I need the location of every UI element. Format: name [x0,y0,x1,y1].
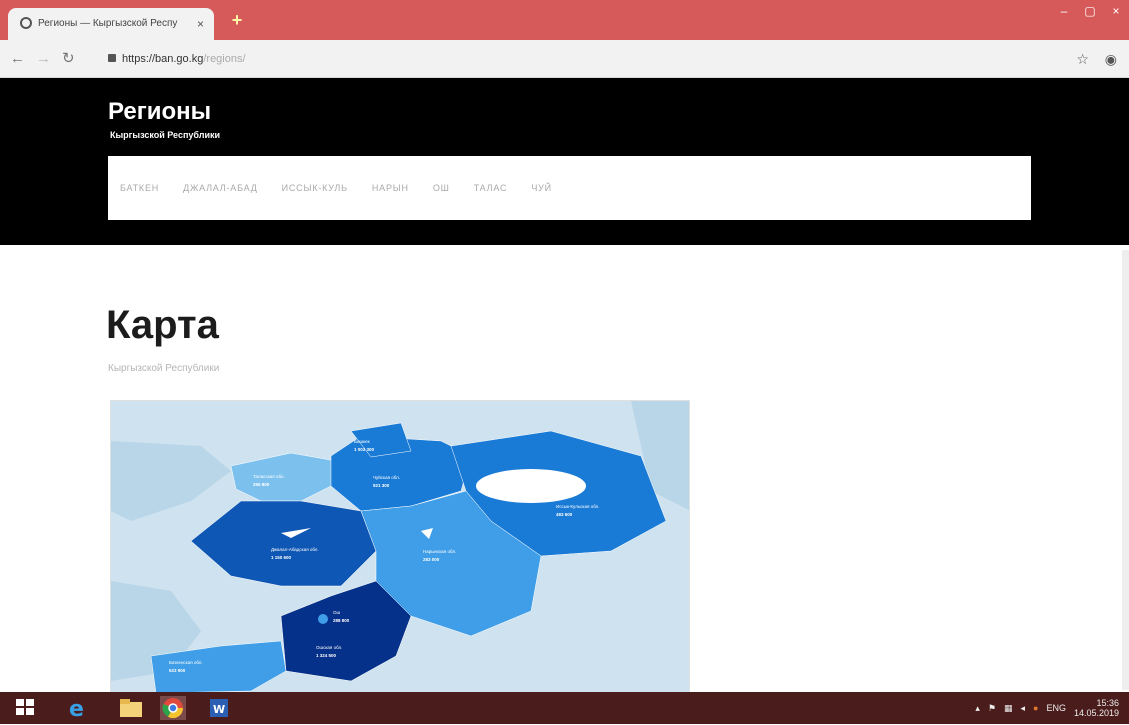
region-map[interactable]: Бишкек 1 003 300 Таласская обл. 255 800 Чу… [110,400,690,695]
site-header: Регионы Кыргызской Республики БАТКЕН ДЖА… [0,78,1129,245]
svg-text:W: W [213,703,225,716]
clock[interactable]: 15:36 14.05.2019 [1074,698,1119,718]
region-nav: БАТКЕН ДЖАЛАЛ-АБАД ИССЫК-КУЛЬ НАРЫН ОШ Т… [108,156,1031,220]
forward-arrow-icon[interactable]: → [36,50,51,68]
reload-icon[interactable]: ↻ [62,50,75,68]
nav-item-chui[interactable]: ЧУЙ [531,181,552,195]
tray-arrow-icon[interactable]: ▴ [975,703,980,714]
account-icon[interactable]: ◉ [1105,51,1117,67]
svg-text:e: e [69,697,84,720]
bookmark-star-icon[interactable]: ☆ [1076,51,1089,67]
tab-title: Регионы — Кыргызской Респу [38,18,178,29]
address-bar: ← → ↻ https://ban.go.kg/regions/ ☆ ◉ [0,40,1129,78]
internet-explorer-icon[interactable]: e [66,696,92,722]
clock-date: 14.05.2019 [1073,708,1119,718]
nav-item-batken[interactable]: БАТКЕН [120,181,159,195]
city-osh[interactable] [318,614,328,624]
nav-item-osh[interactable]: ОШ [433,181,450,195]
site-subtitle: Кыргызской Республики [110,130,221,140]
network-icon[interactable]: ▦ [1004,703,1013,714]
maximize-button[interactable]: ▢ [1077,0,1103,22]
minimize-button[interactable]: – [1051,0,1077,22]
nav-item-naryn[interactable]: НАРЫН [372,181,409,195]
lake-issyk-kul [476,469,586,503]
flag-icon[interactable]: ⚑ [988,703,996,714]
page-title: Карта [106,303,219,347]
speaker-icon[interactable]: ◂ [1020,703,1025,714]
new-tab-button[interactable]: + [226,10,248,30]
browser-tab[interactable]: Регионы — Кыргызской Респу × [8,8,214,40]
os-taskbar: e W ▴ ⚑ ▦ ◂ ● ENG 15:36 14.05.2019 [0,692,1129,724]
windows-start-icon[interactable] [14,696,40,720]
file-explorer-icon[interactable] [118,696,144,720]
nav-item-jalal-abad[interactable]: ДЖАЛАЛ-АБАД [183,181,258,195]
url-field[interactable]: https://ban.go.kg/regions/ [98,46,1078,72]
nav-item-issyk-kul[interactable]: ИССЫК-КУЛЬ [282,181,348,195]
close-window-button[interactable]: × [1103,0,1129,22]
word-icon[interactable]: W [206,696,232,720]
system-tray: ▴ ⚑ ▦ ◂ ● ENG 15:36 14.05.2019 [975,696,1119,720]
site-title[interactable]: Регионы [108,98,211,126]
url-path: /regions/ [203,53,246,65]
back-arrow-icon[interactable]: ← [10,50,25,68]
tab-close-button[interactable]: × [197,16,204,32]
clock-time: 15:36 [1096,698,1119,708]
url-host: https://ban.go.kg [122,53,204,65]
notification-icon[interactable]: ● [1033,703,1038,713]
chrome-icon[interactable] [160,696,186,720]
lock-icon [108,54,116,62]
map-svg: Бишкек 1 003 300 Таласская обл. 255 800 Чу… [111,401,689,694]
browser-tab-strip: Регионы — Кыргызской Респу × + – ▢ × [0,0,1129,40]
nav-item-talas[interactable]: ТАЛАС [474,181,508,195]
window-controls: – ▢ × [1051,0,1129,24]
page-scrollbar[interactable] [1122,250,1129,690]
globe-icon [20,17,32,29]
page-subtitle: Кыргызской Республики [108,363,220,374]
language-indicator[interactable]: ENG [1046,703,1066,713]
